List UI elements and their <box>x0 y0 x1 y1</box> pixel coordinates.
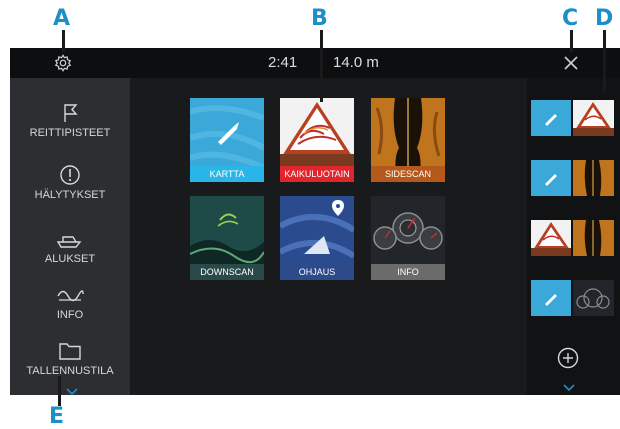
sidebar-item-vessels[interactable]: ALUKSET <box>10 228 130 284</box>
chevron-down-icon[interactable] <box>563 384 575 392</box>
favorite-thumbnail <box>531 280 614 316</box>
wave-icon <box>57 290 84 302</box>
callout-d: D <box>595 6 614 31</box>
leader-line-a <box>62 30 65 52</box>
callout-a: A <box>53 6 71 31</box>
depth-readout: 14.0 m <box>333 54 379 71</box>
alarm-icon <box>60 165 80 185</box>
app-tile-label: SIDESCAN <box>371 166 445 182</box>
sidebar-item-alarms[interactable]: HÄLYTYKSET <box>10 164 130 220</box>
sidebar-item-label: HÄLYTYKSET <box>34 189 106 201</box>
clock-time: 2:41 <box>268 54 298 71</box>
sidebar: REITTIPISTEET HÄLYTYKSET ALUKSET INFO TA… <box>10 78 130 395</box>
app-tile-downscan[interactable]: DOWNSCAN <box>190 196 264 280</box>
leader-line-e <box>58 376 61 406</box>
app-tile-label: DOWNSCAN <box>190 264 264 280</box>
sidebar-item-info[interactable]: INFO <box>10 284 130 340</box>
callout-e: E <box>49 404 65 429</box>
app-tile-autopilot[interactable]: OHJAUS <box>280 196 354 280</box>
status-bar: 2:41 14.0 m <box>10 48 620 78</box>
leader-line-b <box>320 30 323 102</box>
sidebar-item-label: INFO <box>56 309 84 321</box>
sidebar-item-storage[interactable]: TALLENNUSTILA <box>10 340 130 395</box>
plus-circle-icon[interactable] <box>557 347 579 369</box>
sidebar-item-label: TALLENNUSTILA <box>26 365 114 377</box>
app-tile-sidescan[interactable]: SIDESCAN <box>371 98 445 182</box>
leader-line-d <box>603 30 606 92</box>
app-tile-label: OHJAUS <box>280 264 354 280</box>
favorite-thumbnail <box>531 160 614 196</box>
sidebar-item-label: REITTIPISTEET <box>29 127 111 139</box>
sidebar-item-label: ALUKSET <box>44 253 96 265</box>
app-tile-label: INFO <box>371 264 445 280</box>
app-tile-sonar[interactable]: KAIKULUOTAIN <box>280 98 354 182</box>
favorite-chart-info[interactable] <box>531 280 614 316</box>
callout-c: C <box>562 6 579 31</box>
favorite-thumbnail <box>531 220 614 256</box>
display-screen: 2:41 14.0 m REITTIPISTEET HÄLYTYKSET ALU… <box>10 48 620 395</box>
gear-icon[interactable] <box>54 54 72 72</box>
folder-icon <box>59 343 81 360</box>
favorite-thumbnail <box>531 100 614 136</box>
app-tile-chart[interactable]: KARTTA <box>190 98 264 182</box>
chevron-down-icon[interactable] <box>66 388 78 395</box>
app-tile-label: KARTTA <box>190 166 264 182</box>
flag-icon <box>64 104 78 122</box>
leader-line-c <box>570 30 573 52</box>
callout-b: B <box>311 6 328 31</box>
favorite-chart-sidescan[interactable] <box>531 160 614 196</box>
sidebar-item-waypoints[interactable]: REITTIPISTEET <box>10 102 130 158</box>
app-tile-info[interactable]: INFO <box>371 196 445 280</box>
close-icon[interactable] <box>563 55 579 71</box>
favorite-sonar-sidescan[interactable] <box>531 220 614 256</box>
favorite-chart-sonar[interactable] <box>531 100 614 136</box>
boat-icon <box>56 236 82 248</box>
app-tile-label: KAIKULUOTAIN <box>280 166 354 182</box>
